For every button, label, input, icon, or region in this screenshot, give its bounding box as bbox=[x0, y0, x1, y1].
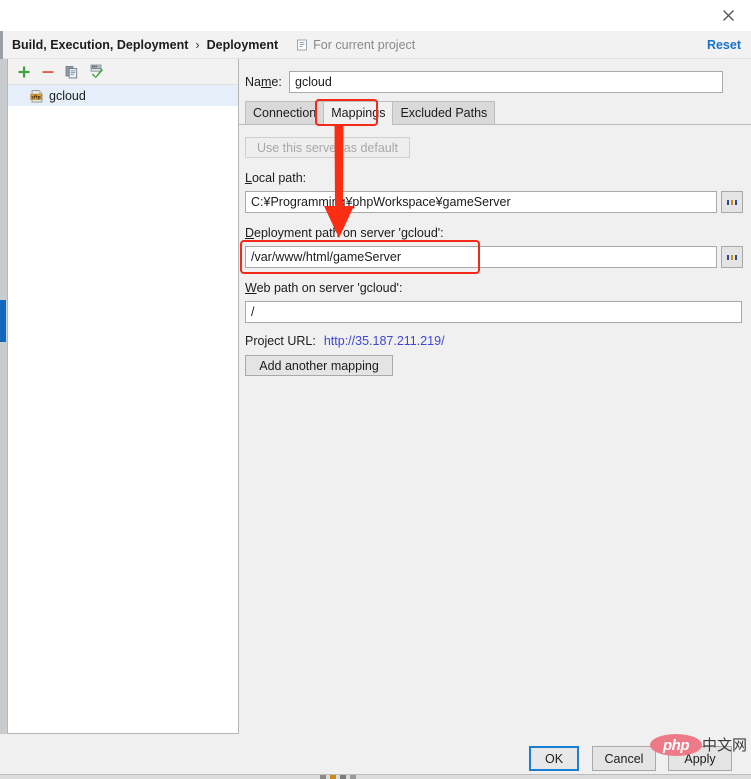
tab-connection[interactable]: Connection bbox=[245, 101, 324, 125]
server-list-item-gcloud[interactable]: sftp gcloud bbox=[8, 85, 238, 106]
minus-icon bbox=[42, 70, 54, 73]
local-path-label: Local path: bbox=[245, 171, 307, 185]
breadcrumb-current: Deployment bbox=[206, 37, 279, 52]
server-list-panel: sftp gcloud bbox=[7, 59, 239, 734]
set-default-button[interactable] bbox=[85, 61, 107, 83]
dialog-footer: OK Cancel Apply bbox=[0, 734, 751, 779]
scrollbar-thumb[interactable] bbox=[0, 300, 6, 342]
deployment-path-input[interactable] bbox=[245, 246, 717, 268]
local-path-input[interactable] bbox=[245, 191, 717, 213]
add-button[interactable] bbox=[13, 61, 35, 83]
breadcrumb-bar: Build, Execution, Deployment › Deployment … bbox=[0, 31, 751, 59]
web-path-label: Web path on server 'gcloud': bbox=[245, 281, 403, 295]
deployment-path-browse-button[interactable] bbox=[721, 246, 743, 268]
ok-button[interactable]: OK bbox=[529, 746, 579, 771]
breadcrumb: Build, Execution, Deployment › Deployment bbox=[12, 38, 278, 52]
settings-vertical-scrollbar[interactable] bbox=[0, 59, 7, 734]
deployment-path-label: Deployment path on server 'gcloud': bbox=[245, 226, 444, 240]
project-url-link[interactable]: http://35.187.211.219/ bbox=[324, 334, 445, 348]
server-list: sftp gcloud bbox=[8, 85, 238, 106]
server-list-item-label: gcloud bbox=[49, 88, 86, 103]
local-path-browse-button[interactable] bbox=[721, 191, 743, 213]
mapping-tabs: Connection Mappings Excluded Paths bbox=[245, 101, 496, 125]
web-path-input[interactable] bbox=[245, 301, 742, 323]
breadcrumb-root[interactable]: Build, Execution, Deployment bbox=[12, 38, 188, 52]
project-scope-indicator: For current project bbox=[296, 38, 415, 52]
window-titlebar bbox=[0, 0, 751, 31]
ellipsis-icon bbox=[727, 199, 737, 205]
copy-icon bbox=[65, 65, 78, 78]
deployment-detail-panel: Name: Connection Mappings Excluded Paths… bbox=[239, 59, 751, 734]
deployment-path-row bbox=[245, 246, 743, 268]
name-row: Name: bbox=[245, 71, 723, 93]
svg-text:sftp: sftp bbox=[31, 94, 40, 99]
sftp-server-icon: sftp bbox=[30, 89, 44, 103]
remove-button[interactable] bbox=[37, 61, 59, 83]
settings-dialog: Build, Execution, Deployment › Deployment … bbox=[0, 0, 751, 779]
use-this-server-as-default-button: Use this server as default bbox=[245, 137, 410, 158]
ellipsis-icon bbox=[727, 254, 737, 260]
check-server-icon bbox=[90, 64, 103, 79]
add-another-mapping-button[interactable]: Add another mapping bbox=[245, 355, 393, 376]
server-list-toolbar bbox=[8, 59, 238, 85]
web-path-row bbox=[245, 301, 742, 323]
tab-mappings[interactable]: Mappings bbox=[323, 101, 393, 125]
plus-icon bbox=[18, 66, 30, 77]
apply-button[interactable]: Apply bbox=[668, 746, 732, 771]
cancel-button[interactable]: Cancel bbox=[592, 746, 656, 771]
name-input[interactable] bbox=[289, 71, 723, 93]
project-url-label: Project URL: bbox=[245, 334, 316, 348]
breadcrumb-separator-icon: › bbox=[195, 37, 200, 52]
project-scope-label: For current project bbox=[313, 37, 416, 52]
taskbar-icons bbox=[320, 775, 356, 779]
copy-button[interactable] bbox=[61, 61, 83, 83]
name-label: Name: bbox=[245, 75, 282, 89]
taskbar-sliver bbox=[0, 774, 751, 779]
scrollbar-rail bbox=[0, 59, 6, 734]
tabs-underline bbox=[239, 124, 751, 125]
tab-excluded-paths[interactable]: Excluded Paths bbox=[392, 101, 496, 125]
reset-link[interactable]: Reset bbox=[707, 38, 741, 52]
project-scope-icon bbox=[296, 39, 308, 51]
breadcrumb-left-marker bbox=[0, 31, 3, 59]
close-icon[interactable] bbox=[713, 2, 743, 28]
local-path-row bbox=[245, 191, 743, 213]
project-url-row: Project URL: http://35.187.211.219/ bbox=[245, 334, 445, 348]
